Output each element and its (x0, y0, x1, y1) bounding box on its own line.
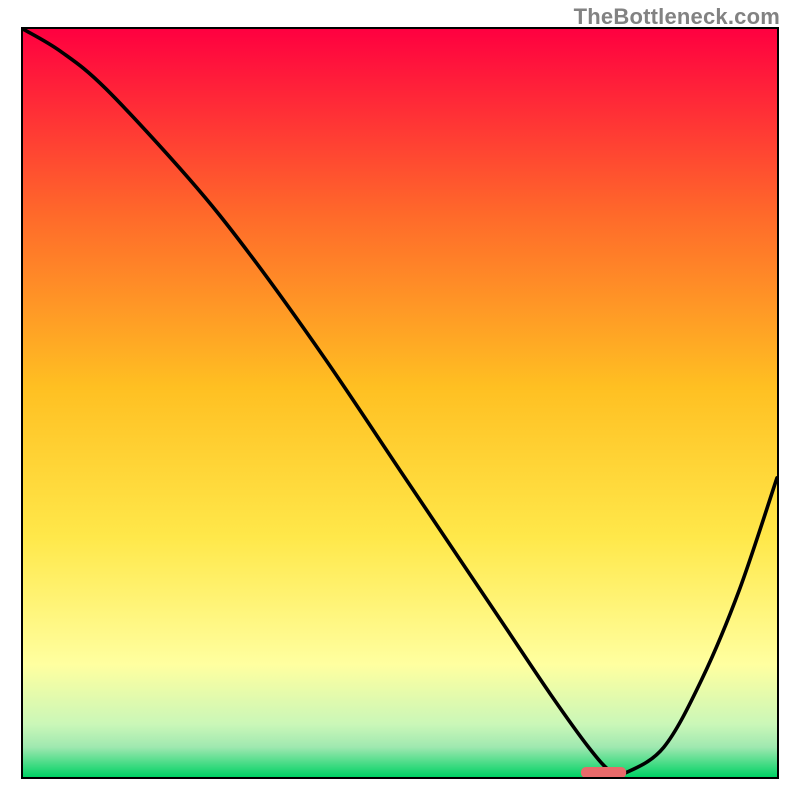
plot-svg (23, 29, 777, 777)
gradient-background (23, 29, 777, 777)
chart-container: TheBottleneck.com (0, 0, 800, 800)
minimum-marker (581, 767, 626, 777)
plot-frame (21, 27, 779, 779)
